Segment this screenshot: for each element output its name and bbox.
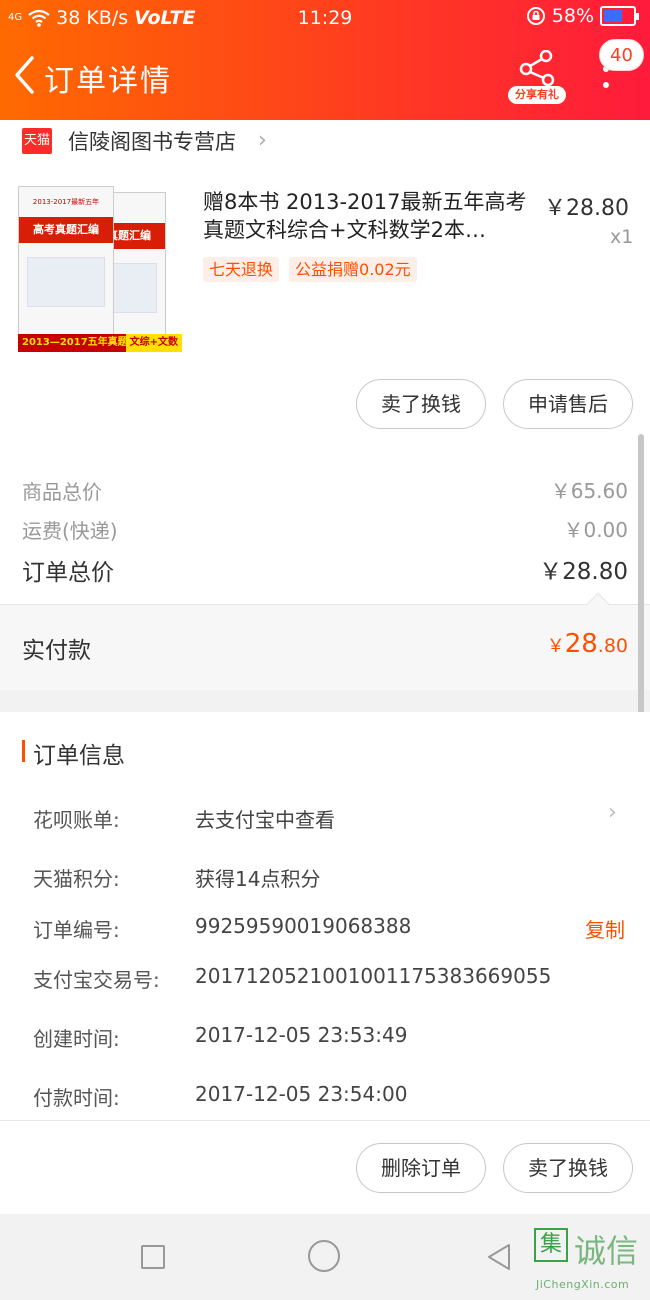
- info-value: 99259590019068388: [195, 914, 412, 938]
- recent-apps-icon[interactable]: [141, 1245, 165, 1269]
- order-total-label: 订单总价: [22, 560, 114, 586]
- order-total-value: ￥28.80: [539, 559, 628, 585]
- created-time-row: 创建时间: 2017-12-05 23:53:49: [0, 1019, 650, 1055]
- product-price: ￥28.80: [544, 196, 629, 221]
- product-title[interactable]: 赠8本书 2013-2017最新五年高考真题文科综合+文科数学2本…: [203, 188, 533, 244]
- points-row: 天猫积分: 获得14点积分: [0, 859, 650, 895]
- info-key: 花呗账单:: [33, 808, 120, 832]
- apply-aftersale-button[interactable]: 申请售后: [503, 379, 633, 429]
- paid-label: 实付款: [22, 638, 91, 664]
- info-key: 创建时间:: [33, 1027, 120, 1051]
- app-header: 4G 38 KB/s VoLTE 11:29 58% 订单详情 分享有礼 40: [0, 0, 650, 120]
- page-title: 订单详情: [44, 64, 172, 99]
- copy-order-number-button[interactable]: 复制: [585, 914, 625, 943]
- nav-bar: 订单详情 分享有礼: [0, 40, 650, 120]
- goods-total-value: ￥65.60: [550, 479, 628, 503]
- book-title-front: 高考真题汇编: [19, 217, 113, 243]
- info-key: 天猫积分:: [33, 867, 120, 891]
- share-label: 分享有礼: [508, 86, 566, 104]
- order-info-title: 订单信息: [33, 743, 125, 769]
- shop-name[interactable]: 信陵阁图书专营店: [68, 126, 236, 156]
- tmall-logo: 天猫: [22, 128, 52, 154]
- info-key: 付款时间:: [33, 1086, 120, 1110]
- watermark-text: 诚信: [574, 1232, 639, 1270]
- chevron-right-icon: ›: [608, 800, 617, 825]
- info-value: 2017-12-05 23:54:00: [195, 1082, 408, 1106]
- paid-amount-row: 实付款 ￥28.80: [0, 592, 650, 690]
- delete-order-button[interactable]: 删除订单: [356, 1143, 486, 1193]
- info-value: 获得14点积分: [195, 867, 321, 891]
- shipping-value: ￥0.00: [563, 518, 628, 542]
- watermark-url: JiChengXin.com: [536, 1278, 630, 1291]
- order-info-card: 订单信息 花呗账单: 去支付宝中查看 › 天猫积分: 获得14点积分 订单编号:…: [0, 712, 650, 1120]
- home-icon[interactable]: [308, 1240, 340, 1272]
- paid-value: ￥28.80: [546, 629, 628, 659]
- order-number-row: 订单编号: 99259590019068388 复制: [0, 910, 650, 946]
- bottom-action-bar: 删除订单 卖了换钱: [0, 1120, 650, 1214]
- paid-time-row: 付款时间: 2017-12-05 23:54:00: [0, 1078, 650, 1114]
- tag-seven-day-return: 七天退换: [203, 257, 280, 282]
- info-key: 支付宝交易号:: [33, 968, 160, 992]
- battery-icon: [600, 6, 639, 26]
- chevron-right-icon[interactable]: ›: [258, 128, 267, 153]
- more-dot-icon: [603, 82, 609, 88]
- sell-for-cash-bottom-button[interactable]: 卖了换钱: [503, 1143, 633, 1193]
- product-tags: 七天退换 公益捐赠0.02元: [203, 257, 417, 282]
- goods-total-label: 商品总价: [22, 480, 102, 504]
- back-triangle-icon[interactable]: [485, 1242, 513, 1272]
- watermark-box: 集: [534, 1228, 568, 1262]
- info-key: 订单编号:: [33, 918, 120, 942]
- rotation-lock-icon: [526, 7, 545, 25]
- sell-for-cash-button[interactable]: 卖了换钱: [356, 379, 486, 429]
- info-value: 2017120521001001175383669055: [195, 964, 552, 988]
- share-icon: [519, 49, 555, 87]
- order-item-card: 天猫 信陵阁图书专营店 › 高考真题汇编 2013-2017最新五年 高考真题汇…: [0, 120, 650, 432]
- alipay-trade-row: 支付宝交易号: 2017120521001001175383669055: [0, 960, 650, 996]
- huabei-bill-row[interactable]: 花呗账单: 去支付宝中查看 ›: [0, 800, 650, 836]
- info-value: 去支付宝中查看: [195, 808, 335, 832]
- product-thumbnail[interactable]: 高考真题汇编 2013-2017最新五年 高考真题汇编 2013—2017五年真…: [18, 186, 182, 352]
- battery-percent: 58%: [551, 5, 594, 27]
- book-corner-tag: 文综+文数: [125, 334, 182, 352]
- back-arrow-icon[interactable]: [10, 52, 40, 98]
- book-cover-front: 2013-2017最新五年 高考真题汇编: [18, 186, 114, 338]
- product-quantity: x1: [610, 226, 634, 248]
- book-subtitle: 2013-2017最新五年: [32, 198, 100, 206]
- price-summary: 商品总价 ￥65.60 运费(快递) ￥0.00 订单总价 ￥28.80 实付款…: [0, 432, 650, 690]
- tag-charity: 公益捐赠0.02元: [289, 257, 417, 282]
- message-count-badge[interactable]: 40: [599, 39, 644, 71]
- status-bar: 4G 38 KB/s VoLTE 11:29 58%: [0, 0, 650, 36]
- watermark-logo: 集 诚信 JiChengXin.com: [532, 1222, 648, 1300]
- shipping-label: 运费(快递): [22, 519, 118, 543]
- info-value: 2017-12-05 23:53:49: [195, 1023, 408, 1047]
- share-button[interactable]: 分享有礼: [508, 49, 566, 110]
